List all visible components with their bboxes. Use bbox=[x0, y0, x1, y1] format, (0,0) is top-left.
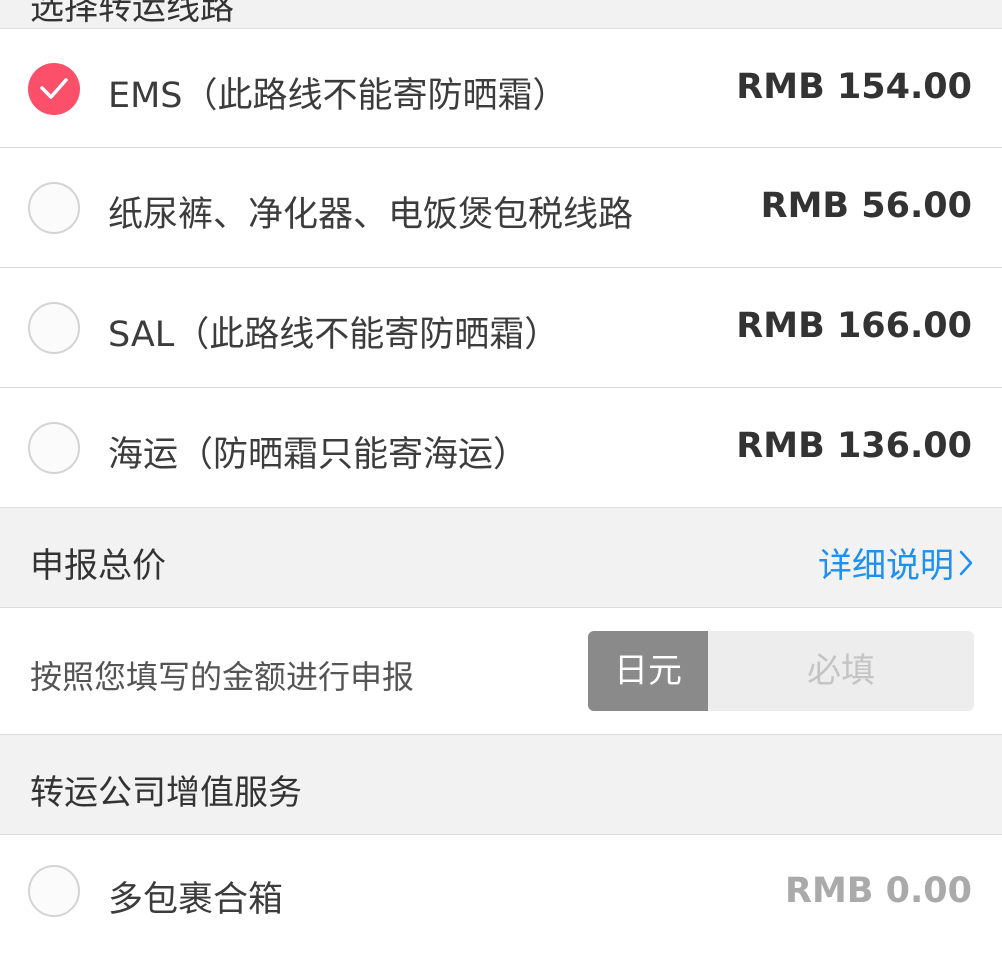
route-price: RMB 136.00 bbox=[736, 426, 972, 466]
service-price: RMB 0.00 bbox=[785, 871, 972, 911]
declared-amount-input[interactable] bbox=[708, 631, 974, 711]
route-price: RMB 154.00 bbox=[736, 67, 972, 107]
route-option-ems[interactable]: EMS（此路线不能寄防晒霜） RMB 154.00 bbox=[0, 29, 1002, 148]
route-section-title: 选择转运线路 bbox=[30, 0, 234, 28]
service-section-header: 转运公司增值服务 bbox=[0, 735, 1002, 835]
detail-link-label[interactable]: 详细说明 bbox=[818, 538, 954, 587]
declare-description: 按照您填写的金额进行申报 bbox=[30, 658, 415, 696]
radio-unchecked-icon[interactable] bbox=[28, 182, 80, 234]
declare-section-header: 申报总价 详细说明 bbox=[0, 508, 1002, 608]
route-label: 纸尿裤、净化器、电饭煲包税线路 bbox=[108, 195, 634, 235]
declare-amount-row: 按照您填写的金额进行申报 日元 bbox=[0, 608, 1002, 735]
amount-input-group: 日元 bbox=[588, 631, 974, 711]
route-label: SAL（此路线不能寄防晒霜） bbox=[108, 315, 560, 355]
radio-unchecked-icon[interactable] bbox=[28, 422, 80, 474]
radio-unchecked-icon[interactable] bbox=[28, 865, 80, 917]
radio-unchecked-icon[interactable] bbox=[28, 302, 80, 354]
service-section-title: 转运公司增值服务 bbox=[30, 773, 302, 813]
route-price: RMB 56.00 bbox=[760, 186, 972, 226]
route-option-tax-included[interactable]: 纸尿裤、净化器、电饭煲包税线路 RMB 56.00 bbox=[0, 148, 1002, 268]
route-price: RMB 166.00 bbox=[736, 306, 972, 346]
route-label: EMS（此路线不能寄防晒霜） bbox=[108, 76, 568, 116]
chevron-right-icon bbox=[959, 550, 973, 575]
service-option-consolidation[interactable]: 多包裹合箱 RMB 0.00 bbox=[0, 835, 1002, 955]
detail-link[interactable]: 详细说明 bbox=[818, 538, 974, 587]
currency-unit-badge: 日元 bbox=[588, 631, 708, 711]
route-option-sal[interactable]: SAL（此路线不能寄防晒霜） RMB 166.00 bbox=[0, 268, 1002, 388]
declare-section-title: 申报总价 bbox=[30, 546, 166, 586]
route-label: 海运（防晒霜只能寄海运） bbox=[108, 435, 529, 475]
radio-checked-icon[interactable] bbox=[28, 63, 80, 115]
route-option-sea[interactable]: 海运（防晒霜只能寄海运） RMB 136.00 bbox=[0, 388, 1002, 508]
service-label: 多包裹合箱 bbox=[108, 880, 284, 920]
route-section-header: 选择转运线路 bbox=[0, 0, 1002, 29]
